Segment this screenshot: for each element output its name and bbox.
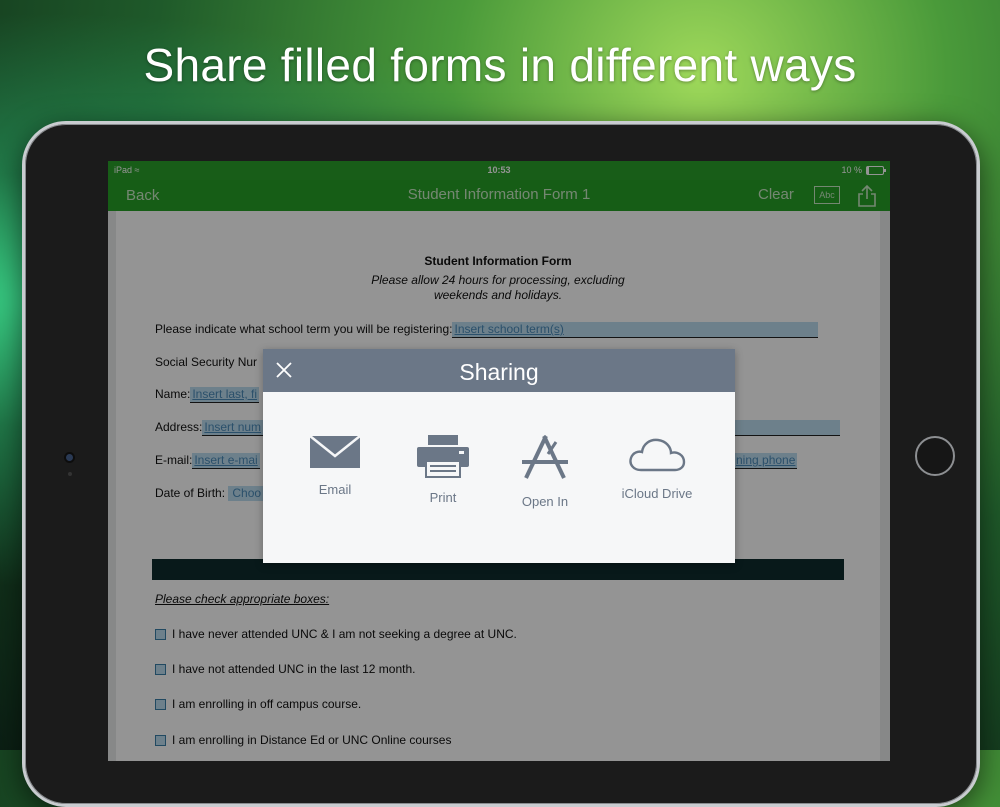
front-camera xyxy=(66,454,73,461)
app-store-icon xyxy=(522,435,568,479)
promo-headline: Share filled forms in different ways xyxy=(143,39,857,91)
sharing-title: Sharing xyxy=(459,359,539,385)
email-label: Email xyxy=(318,482,352,497)
home-button[interactable] xyxy=(915,436,955,476)
share-email-option[interactable]: Email xyxy=(290,434,380,497)
envelope-icon xyxy=(309,435,361,468)
open-in-label: Open In xyxy=(521,494,569,509)
print-label: Print xyxy=(429,490,457,505)
share-icloud-option[interactable]: iCloud Drive xyxy=(612,434,702,501)
printer-icon xyxy=(417,435,469,478)
app-screen: iPad ≈ 10:53 10 % Back Student Informati… xyxy=(108,161,890,761)
cloud-icon xyxy=(629,438,686,472)
share-print-option[interactable]: Print xyxy=(398,434,488,505)
icloud-drive-label: iCloud Drive xyxy=(621,486,693,501)
share-open-in-option[interactable]: Open In xyxy=(500,434,590,509)
sharing-header: Sharing xyxy=(263,349,735,392)
sharing-dialog: Sharing Email Print Open In iCloud Drive xyxy=(263,349,735,563)
sensor-dot xyxy=(68,472,72,476)
